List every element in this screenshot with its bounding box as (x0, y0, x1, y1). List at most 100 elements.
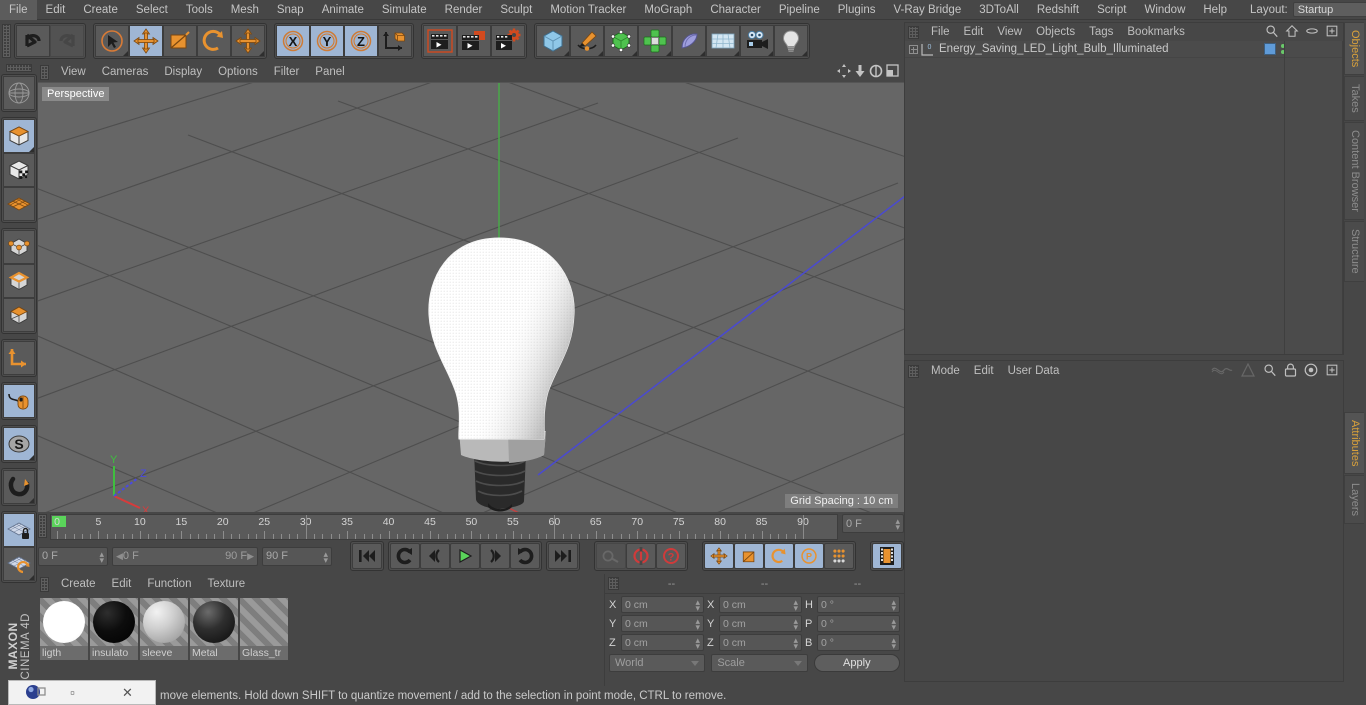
spinner-icon[interactable]: ▴ ▾ (891, 617, 896, 632)
magnet-tool-button[interactable] (3, 470, 35, 504)
current-frame-field[interactable]: 0 F ▴ ▾ (38, 546, 108, 566)
render-view-button[interactable] (423, 25, 457, 57)
size-x-field[interactable]: 0 cm ▴ ▾ (719, 596, 802, 613)
attribute-menu-mode[interactable]: Mode (924, 365, 967, 377)
viewport-menu-panel[interactable]: Panel (307, 66, 352, 78)
spinner-icon[interactable]: ▴ ▾ (695, 617, 700, 632)
bend-deformer-button[interactable] (672, 25, 706, 57)
material-item[interactable]: ligth (40, 598, 88, 660)
undo-view-button[interactable] (3, 76, 35, 110)
keyframe-selection-button[interactable]: ? (656, 543, 686, 569)
lock-y-axis-button[interactable]: Y (310, 25, 344, 57)
go-to-next-frame-button[interactable] (480, 543, 510, 569)
attribute-menu-edit[interactable]: Edit (967, 365, 1001, 377)
material-menu-edit[interactable]: Edit (104, 578, 140, 590)
minimize-button[interactable]: ▫ (45, 685, 100, 700)
object-menu-objects[interactable]: Objects (1029, 26, 1082, 38)
menu-item-sculpt[interactable]: Sculpt (491, 0, 541, 20)
planar-workplane-button[interactable] (3, 547, 35, 581)
render-to-picture-viewer-button[interactable] (457, 25, 491, 57)
c4d-logo-icon[interactable] (25, 683, 46, 703)
preview-range-slider[interactable]: ◀ 0 F 90 F ▶ (112, 546, 258, 566)
menu-item-create[interactable]: Create (74, 0, 127, 20)
add-cube-button[interactable] (536, 25, 570, 57)
tab-structure[interactable]: Structure (1344, 220, 1364, 282)
left-toolbar-grip[interactable] (6, 64, 32, 72)
points-mode-button[interactable] (3, 230, 35, 264)
spinner-icon[interactable]: ▴ ▾ (99, 549, 104, 564)
lock-icon[interactable] (1284, 363, 1297, 380)
home-icon[interactable] (1285, 24, 1299, 41)
size-z-field[interactable]: 0 cm ▴ ▾ (719, 634, 802, 651)
object-menu-view[interactable]: View (990, 26, 1029, 38)
toolbar-grip[interactable] (2, 24, 11, 58)
transform-mode-dropdown[interactable]: Scale (711, 654, 808, 672)
table-row[interactable]: 0 Energy_Saving_LED_Light_Bulb_Illuminat… (905, 41, 1343, 58)
scale-key-button[interactable] (734, 543, 764, 569)
position-key-button[interactable] (704, 543, 734, 569)
material-preview[interactable] (240, 598, 288, 646)
wave-icon[interactable] (1211, 363, 1233, 380)
rotation-b-field[interactable]: 0 ° ▴ ▾ (817, 634, 900, 651)
plus-box-icon[interactable] (1325, 363, 1339, 380)
material-preview[interactable] (40, 598, 88, 646)
menu-item-file[interactable]: File (0, 0, 37, 20)
floor-environment-button[interactable] (706, 25, 740, 57)
viewport-canvas[interactable]: Perspective Y X Z Grid Spacing: 10 cm (38, 82, 904, 512)
size-y-field[interactable]: 0 cm ▴ ▾ (719, 615, 802, 632)
point-level-animation-button[interactable] (824, 543, 854, 569)
material-preview[interactable] (190, 598, 238, 646)
object-menu-tags[interactable]: Tags (1082, 26, 1120, 38)
spinner-icon[interactable]: ▴ ▾ (891, 598, 896, 613)
object-menu-file[interactable]: File (924, 26, 957, 38)
spinner-icon[interactable]: ▴ ▾ (793, 598, 798, 613)
move-tool[interactable] (129, 25, 163, 57)
object-manager-tree[interactable]: 0 Energy_Saving_LED_Light_Bulb_Illuminat… (905, 41, 1343, 354)
attribute-menu-user-data[interactable]: User Data (1001, 365, 1067, 377)
object-menu-edit[interactable]: Edit (957, 26, 991, 38)
timeline-grip[interactable] (38, 514, 47, 538)
position-y-field[interactable]: 0 cm ▴ ▾ (621, 615, 704, 632)
tab-objects[interactable]: Objects (1344, 22, 1364, 76)
max-frame-field[interactable]: 90 F ▴ ▾ (262, 546, 332, 566)
material-item[interactable]: Metal (190, 598, 238, 660)
chevron-left-icon[interactable]: ◀ (116, 551, 123, 562)
viewport-grip[interactable] (40, 64, 49, 80)
apply-button[interactable]: Apply (813, 654, 900, 672)
polygons-mode-button[interactable] (3, 298, 35, 332)
texture-tag-icon[interactable] (1264, 43, 1276, 55)
material-menu-create[interactable]: Create (53, 578, 104, 590)
material-preview[interactable] (140, 598, 188, 646)
spinner-icon[interactable]: ▴ ▾ (695, 636, 700, 651)
play-forwards-loop-button[interactable] (510, 543, 540, 569)
model-mode-button[interactable] (3, 119, 35, 153)
viewport-menu-options[interactable]: Options (210, 66, 266, 78)
cone-icon[interactable] (1240, 362, 1256, 380)
menu-item-mograph[interactable]: MoGraph (635, 0, 701, 20)
rotation-h-field[interactable]: 0 ° ▴ ▾ (817, 596, 900, 613)
menu-item-tools[interactable]: Tools (177, 0, 222, 20)
rotate-icon[interactable] (869, 64, 883, 81)
autokeying-button[interactable] (596, 543, 626, 569)
zoom-icon[interactable] (854, 64, 866, 81)
menu-item-pipeline[interactable]: Pipeline (770, 0, 829, 20)
menu-item-script[interactable]: Script (1088, 0, 1135, 20)
camera-button[interactable] (740, 25, 774, 57)
spinner-icon[interactable]: ▴ ▾ (695, 598, 700, 613)
ellipse-icon[interactable] (1305, 24, 1319, 41)
menu-item-plugins[interactable]: Plugins (829, 0, 885, 20)
search-icon[interactable] (1265, 24, 1279, 41)
material-menu-texture[interactable]: Texture (199, 578, 253, 590)
menu-item-select[interactable]: Select (127, 0, 177, 20)
search-icon[interactable] (1263, 363, 1277, 380)
menu-item-window[interactable]: Window (1135, 0, 1194, 20)
attribute-manager-grip[interactable] (908, 364, 919, 378)
material-menu-function[interactable]: Function (139, 578, 199, 590)
menu-item-help[interactable]: Help (1194, 0, 1236, 20)
edges-mode-button[interactable] (3, 264, 35, 298)
material-item[interactable]: Glass_tr (240, 598, 288, 660)
coordinate-system-dropdown[interactable]: World (609, 654, 706, 672)
world-object-coordinates-button[interactable] (378, 25, 412, 57)
position-z-field[interactable]: 0 cm ▴ ▾ (621, 634, 704, 651)
animation-layers-button[interactable] (872, 543, 902, 569)
